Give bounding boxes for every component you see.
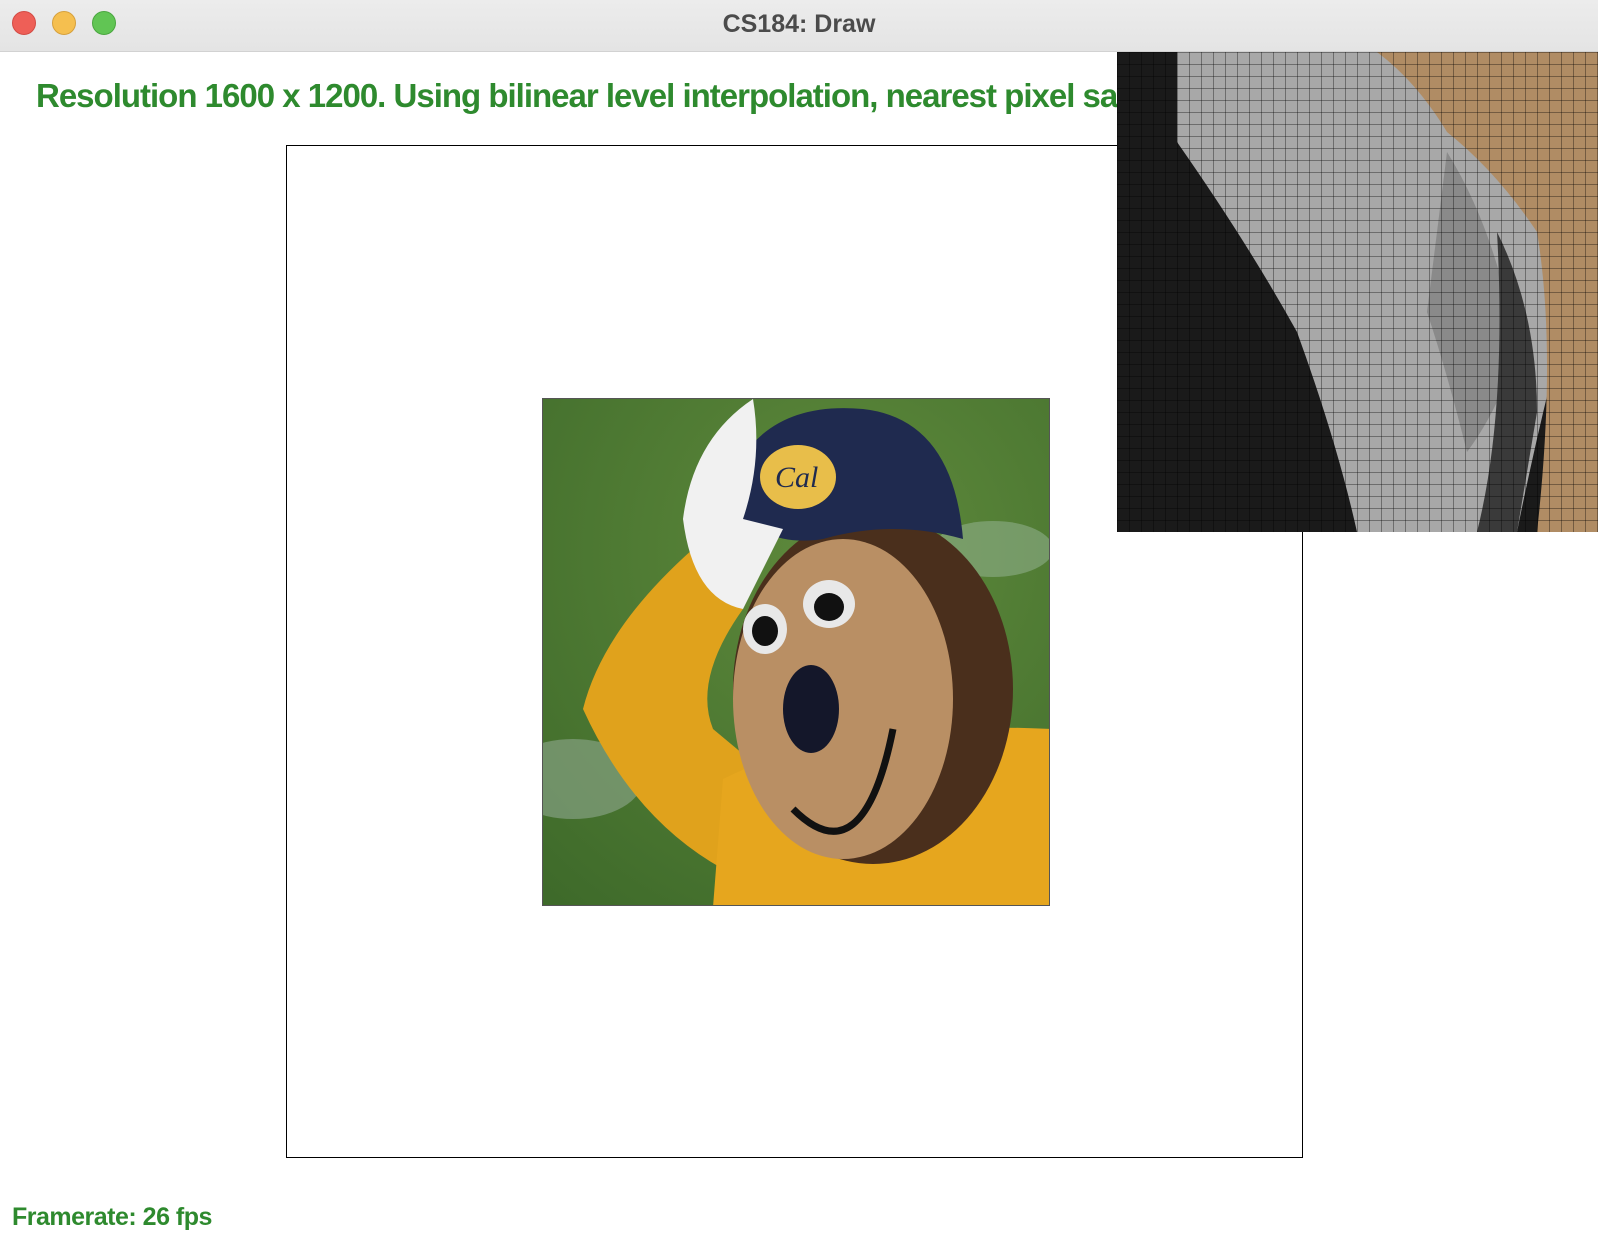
window-title: CS184: Draw (722, 10, 876, 38)
zoom-inset (1117, 52, 1598, 532)
mascot-image: Cal (543, 399, 1049, 905)
framerate-text: Framerate: 26 fps (12, 1203, 212, 1231)
texture-image: Cal (542, 398, 1050, 906)
pixel-grid (1117, 52, 1598, 532)
cal-logo: Cal (775, 461, 818, 494)
window-titlebar[interactable]: CS184: Draw (0, 0, 1598, 52)
